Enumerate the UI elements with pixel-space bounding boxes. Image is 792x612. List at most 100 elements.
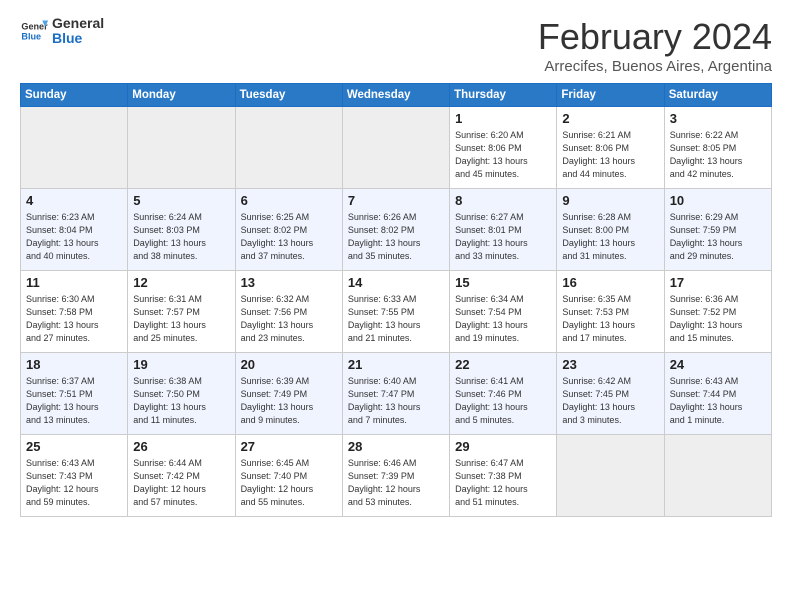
- calendar-cell: 27 Sunrise: 6:45 AM Sunset: 7:40 PM Dayli…: [235, 435, 342, 517]
- calendar-week-5: 25 Sunrise: 6:43 AM Sunset: 7:43 PM Dayli…: [21, 435, 772, 517]
- day-number: 26: [133, 439, 229, 454]
- calendar-cell: 16Sunrise: 6:35 AM Sunset: 7:53 PM Dayli…: [557, 271, 664, 353]
- calendar-week-3: 11 Sunrise: 6:30 AM Sunset: 7:58 PM Dayli…: [21, 271, 772, 353]
- calendar-week-4: 18 Sunrise: 6:37 AM Sunset: 7:51 PM Dayli…: [21, 353, 772, 435]
- day-info: Sunrise: 6:41 AM Sunset: 7:46 PM Dayligh…: [455, 375, 551, 427]
- title-block: February 2024 Arrecifes, Buenos Aires, A…: [538, 16, 772, 75]
- day-number: 8: [455, 193, 551, 208]
- day-number: 2: [562, 111, 658, 126]
- day-info: Sunrise: 6:34 AM Sunset: 7:54 PM Dayligh…: [455, 293, 551, 345]
- calendar-cell: 18 Sunrise: 6:37 AM Sunset: 7:51 PM Dayli…: [21, 353, 128, 435]
- day-number: 24: [670, 357, 766, 372]
- day-number: 23: [562, 357, 658, 372]
- calendar-cell: 13 Sunrise: 6:32 AM Sunset: 7:56 PM Dayli…: [235, 271, 342, 353]
- calendar-cell: 1Sunrise: 6:20 AM Sunset: 8:06 PM Daylig…: [450, 107, 557, 189]
- day-number: 7: [348, 193, 444, 208]
- day-info: Sunrise: 6:22 AM Sunset: 8:05 PM Dayligh…: [670, 129, 766, 181]
- month-title: February 2024: [538, 16, 772, 58]
- header: General Blue General Blue February 2024 …: [20, 16, 772, 75]
- calendar-cell: 29 Sunrise: 6:47 AM Sunset: 7:38 PM Dayli…: [450, 435, 557, 517]
- day-info: Sunrise: 6:36 AM Sunset: 7:52 PM Dayligh…: [670, 293, 766, 345]
- day-number: 5: [133, 193, 229, 208]
- day-info: Sunrise: 6:44 AM Sunset: 7:42 PM Dayligh…: [133, 457, 229, 509]
- day-info: Sunrise: 6:38 AM Sunset: 7:50 PM Dayligh…: [133, 375, 229, 427]
- day-info: Sunrise: 6:43 AM Sunset: 7:44 PM Dayligh…: [670, 375, 766, 427]
- day-number: 3: [670, 111, 766, 126]
- day-number: 27: [241, 439, 337, 454]
- calendar-week-2: 4Sunrise: 6:23 AM Sunset: 8:04 PM Daylig…: [21, 189, 772, 271]
- day-number: 25: [26, 439, 122, 454]
- calendar-cell: 9Sunrise: 6:28 AM Sunset: 8:00 PM Daylig…: [557, 189, 664, 271]
- day-info: Sunrise: 6:23 AM Sunset: 8:04 PM Dayligh…: [26, 211, 122, 263]
- calendar-cell: 2Sunrise: 6:21 AM Sunset: 8:06 PM Daylig…: [557, 107, 664, 189]
- day-info: Sunrise: 6:42 AM Sunset: 7:45 PM Dayligh…: [562, 375, 658, 427]
- day-number: 17: [670, 275, 766, 290]
- day-info: Sunrise: 6:43 AM Sunset: 7:43 PM Dayligh…: [26, 457, 122, 509]
- calendar-header-row: SundayMondayTuesdayWednesdayThursdayFrid…: [21, 84, 772, 107]
- page: General Blue General Blue February 2024 …: [0, 0, 792, 612]
- calendar-cell: [21, 107, 128, 189]
- day-info: Sunrise: 6:29 AM Sunset: 7:59 PM Dayligh…: [670, 211, 766, 263]
- calendar-week-1: 1Sunrise: 6:20 AM Sunset: 8:06 PM Daylig…: [21, 107, 772, 189]
- calendar-cell: 20Sunrise: 6:39 AM Sunset: 7:49 PM Dayli…: [235, 353, 342, 435]
- calendar-cell: 23 Sunrise: 6:42 AM Sunset: 7:45 PM Dayli…: [557, 353, 664, 435]
- calendar-cell: 6 Sunrise: 6:25 AM Sunset: 8:02 PM Daylig…: [235, 189, 342, 271]
- calendar-cell: 7 Sunrise: 6:26 AM Sunset: 8:02 PM Daylig…: [342, 189, 449, 271]
- day-info: Sunrise: 6:20 AM Sunset: 8:06 PM Dayligh…: [455, 129, 551, 181]
- calendar-cell: 21 Sunrise: 6:40 AM Sunset: 7:47 PM Dayli…: [342, 353, 449, 435]
- day-number: 16: [562, 275, 658, 290]
- calendar-cell: 15Sunrise: 6:34 AM Sunset: 7:54 PM Dayli…: [450, 271, 557, 353]
- logo-icon: General Blue: [20, 17, 48, 45]
- location: Arrecifes, Buenos Aires, Argentina: [538, 58, 772, 75]
- calendar-header-monday: Monday: [128, 84, 235, 107]
- calendar-cell: 5 Sunrise: 6:24 AM Sunset: 8:03 PM Daylig…: [128, 189, 235, 271]
- calendar-cell: 4Sunrise: 6:23 AM Sunset: 8:04 PM Daylig…: [21, 189, 128, 271]
- day-info: Sunrise: 6:30 AM Sunset: 7:58 PM Dayligh…: [26, 293, 122, 345]
- day-number: 10: [670, 193, 766, 208]
- calendar-header-friday: Friday: [557, 84, 664, 107]
- day-number: 12: [133, 275, 229, 290]
- day-info: Sunrise: 6:45 AM Sunset: 7:40 PM Dayligh…: [241, 457, 337, 509]
- day-number: 6: [241, 193, 337, 208]
- day-number: 11: [26, 275, 122, 290]
- logo: General Blue General Blue: [20, 16, 104, 47]
- day-info: Sunrise: 6:24 AM Sunset: 8:03 PM Dayligh…: [133, 211, 229, 263]
- calendar-cell: 28Sunrise: 6:46 AM Sunset: 7:39 PM Dayli…: [342, 435, 449, 517]
- svg-text:Blue: Blue: [21, 32, 41, 42]
- day-number: 22: [455, 357, 551, 372]
- day-info: Sunrise: 6:27 AM Sunset: 8:01 PM Dayligh…: [455, 211, 551, 263]
- calendar-cell: 17 Sunrise: 6:36 AM Sunset: 7:52 PM Dayli…: [664, 271, 771, 353]
- calendar-header-saturday: Saturday: [664, 84, 771, 107]
- calendar-cell: 22 Sunrise: 6:41 AM Sunset: 7:46 PM Dayli…: [450, 353, 557, 435]
- day-number: 18: [26, 357, 122, 372]
- calendar-cell: 26 Sunrise: 6:44 AM Sunset: 7:42 PM Dayli…: [128, 435, 235, 517]
- day-info: Sunrise: 6:31 AM Sunset: 7:57 PM Dayligh…: [133, 293, 229, 345]
- logo-line2: Blue: [52, 31, 104, 46]
- day-info: Sunrise: 6:32 AM Sunset: 7:56 PM Dayligh…: [241, 293, 337, 345]
- day-number: 29: [455, 439, 551, 454]
- day-number: 19: [133, 357, 229, 372]
- calendar-cell: [235, 107, 342, 189]
- calendar-cell: [342, 107, 449, 189]
- calendar-cell: 14 Sunrise: 6:33 AM Sunset: 7:55 PM Dayli…: [342, 271, 449, 353]
- day-info: Sunrise: 6:33 AM Sunset: 7:55 PM Dayligh…: [348, 293, 444, 345]
- day-number: 14: [348, 275, 444, 290]
- day-number: 21: [348, 357, 444, 372]
- calendar-cell: 25 Sunrise: 6:43 AM Sunset: 7:43 PM Dayli…: [21, 435, 128, 517]
- day-number: 13: [241, 275, 337, 290]
- calendar-cell: 10 Sunrise: 6:29 AM Sunset: 7:59 PM Dayli…: [664, 189, 771, 271]
- calendar-cell: 12 Sunrise: 6:31 AM Sunset: 7:57 PM Dayli…: [128, 271, 235, 353]
- calendar-cell: 3 Sunrise: 6:22 AM Sunset: 8:05 PM Daylig…: [664, 107, 771, 189]
- day-info: Sunrise: 6:47 AM Sunset: 7:38 PM Dayligh…: [455, 457, 551, 509]
- calendar-header-thursday: Thursday: [450, 84, 557, 107]
- calendar-cell: 19 Sunrise: 6:38 AM Sunset: 7:50 PM Dayli…: [128, 353, 235, 435]
- day-info: Sunrise: 6:39 AM Sunset: 7:49 PM Dayligh…: [241, 375, 337, 427]
- day-info: Sunrise: 6:37 AM Sunset: 7:51 PM Dayligh…: [26, 375, 122, 427]
- calendar-header-wednesday: Wednesday: [342, 84, 449, 107]
- day-number: 28: [348, 439, 444, 454]
- calendar-cell: [664, 435, 771, 517]
- day-info: Sunrise: 6:26 AM Sunset: 8:02 PM Dayligh…: [348, 211, 444, 263]
- day-info: Sunrise: 6:25 AM Sunset: 8:02 PM Dayligh…: [241, 211, 337, 263]
- day-info: Sunrise: 6:40 AM Sunset: 7:47 PM Dayligh…: [348, 375, 444, 427]
- calendar-cell: 8 Sunrise: 6:27 AM Sunset: 8:01 PM Daylig…: [450, 189, 557, 271]
